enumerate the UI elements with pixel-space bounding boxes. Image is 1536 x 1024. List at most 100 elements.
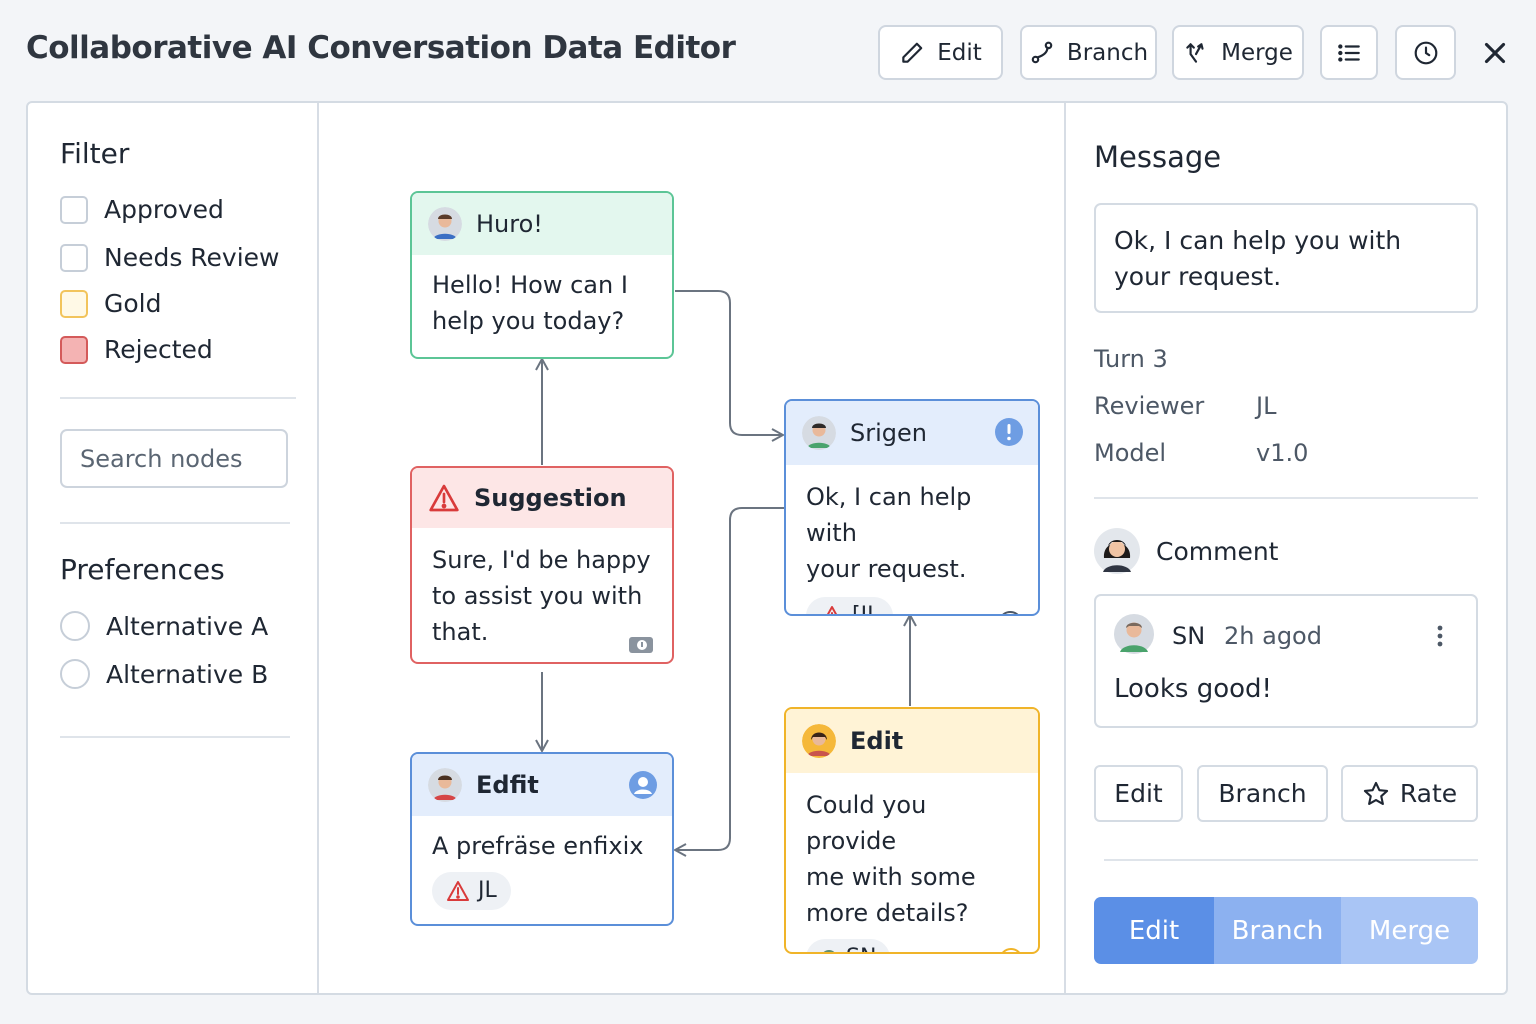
- more-vertical-icon[interactable]: [1432, 624, 1448, 650]
- edit-button[interactable]: Edit: [878, 25, 1003, 80]
- comment-branch-button[interactable]: Branch: [1197, 765, 1328, 822]
- filter-gold[interactable]: Gold: [60, 289, 161, 318]
- segment-label: Branch: [1231, 915, 1324, 946]
- filter-label: Rejected: [104, 335, 213, 364]
- filter-label: Approved: [104, 195, 224, 224]
- node-header: Edfit: [412, 754, 672, 816]
- avatar: [802, 416, 836, 450]
- preference-label: Alternative A: [106, 611, 269, 641]
- node-card-srigen[interactable]: Srigen Ok, I can help with your request.…: [784, 399, 1040, 616]
- node-card-suggestion[interactable]: Suggestion Sure, I'd be happy to assist …: [410, 466, 674, 664]
- filter-needs-review[interactable]: Needs Review: [60, 243, 280, 272]
- filter-label: Needs Review: [104, 243, 280, 272]
- node-text-line: Could you provide: [806, 791, 927, 855]
- edit-button-label: Edit: [937, 39, 982, 66]
- close-icon[interactable]: [1478, 36, 1512, 70]
- node-text-line: to assist you with: [432, 582, 643, 610]
- divider: [1104, 859, 1478, 861]
- sync-icon[interactable]: [998, 947, 1024, 954]
- radio-button[interactable]: [60, 611, 90, 641]
- merge-button-label: Merge: [1221, 39, 1293, 66]
- message-text-line: your request.: [1114, 262, 1282, 291]
- history-button[interactable]: [1395, 25, 1456, 80]
- message-editor[interactable]: Ok, I can help you with your request.: [1094, 203, 1478, 313]
- panel-divider: [1064, 103, 1066, 993]
- node-text-line: your request.: [806, 555, 967, 583]
- preference-alternative-a[interactable]: Alternative A: [60, 611, 268, 641]
- radio-button[interactable]: [60, 659, 90, 689]
- node-title: Huro!: [476, 210, 543, 238]
- segment-edit-button[interactable]: Edit: [1094, 897, 1214, 964]
- segment-merge-button[interactable]: Merge: [1341, 897, 1478, 964]
- search-input[interactable]: [60, 429, 288, 488]
- node-card-huro[interactable]: Huro! Hello! How can I help you today?: [410, 191, 674, 359]
- camera-icon[interactable]: [628, 634, 654, 654]
- node-text-line: help you today?: [432, 307, 625, 335]
- checkbox[interactable]: [60, 289, 88, 318]
- model-value: v1.0: [1256, 439, 1309, 467]
- reviewer-tag[interactable]: SN: [806, 939, 891, 952]
- comment-bubble-icon[interactable]: [996, 609, 1024, 616]
- star-icon: [1363, 781, 1388, 805]
- filter-approved[interactable]: Approved: [60, 195, 224, 224]
- list-view-button[interactable]: [1320, 25, 1378, 80]
- button-label: Edit: [1114, 779, 1163, 808]
- node-text-line: Ok, I can help with: [806, 483, 972, 547]
- reviewer-tag[interactable]: JL: [432, 872, 511, 910]
- alert-icon[interactable]: [994, 417, 1024, 447]
- warning-icon: [447, 881, 469, 901]
- preference-alternative-b[interactable]: Alternative B: [60, 659, 268, 689]
- tag-label: [IL: [852, 603, 880, 616]
- checkbox[interactable]: [60, 195, 88, 224]
- comment-text: Looks good!: [1114, 674, 1272, 704]
- node-text-line: Hello! How can I: [432, 271, 628, 299]
- reviewer-label: Reviewer: [1094, 392, 1205, 420]
- node-header: Huro!: [412, 193, 672, 255]
- tag-label: JL: [478, 878, 497, 903]
- node-header: Suggestion: [412, 468, 672, 528]
- filter-rejected[interactable]: Rejected: [60, 335, 213, 364]
- rate-button[interactable]: Rate: [1341, 765, 1478, 822]
- node-title: Suggestion: [474, 484, 627, 512]
- comment-card: SN 2h agod Looks good!: [1094, 594, 1478, 728]
- model-label: Model: [1094, 439, 1167, 467]
- avatar: [428, 207, 462, 241]
- user-icon[interactable]: [628, 770, 658, 800]
- node-title: Srigen: [850, 419, 927, 447]
- node-header: Srigen: [786, 401, 1038, 465]
- message-text-line: Ok, I can help you with: [1114, 226, 1402, 255]
- comment-author: SN: [1172, 622, 1206, 650]
- button-label: Rate: [1399, 779, 1458, 808]
- comment-edit-button[interactable]: Edit: [1094, 765, 1183, 822]
- reviewer-value: JL: [1256, 392, 1277, 420]
- divider: [1094, 497, 1478, 499]
- sidebar-divider: [317, 103, 319, 993]
- checkbox[interactable]: [60, 335, 88, 364]
- node-card-edit[interactable]: Edit Could you provide me with some more…: [784, 707, 1040, 954]
- reviewer-tag[interactable]: [IL: [806, 597, 894, 616]
- comment-time: 2h agod: [1224, 622, 1322, 650]
- segment-label: Merge: [1368, 915, 1451, 946]
- segment-branch-button[interactable]: Branch: [1214, 897, 1341, 964]
- node-title: Edfit: [476, 771, 539, 799]
- divider: [60, 522, 290, 524]
- clock-icon: [1414, 41, 1437, 64]
- branch-button[interactable]: Branch: [1020, 25, 1157, 80]
- filter-heading: Filter: [60, 137, 130, 170]
- merge-button[interactable]: Merge: [1172, 25, 1304, 80]
- node-header: Edit: [786, 709, 1038, 773]
- status-dot-icon: [823, 950, 835, 952]
- node-card-edfit[interactable]: Edfit A prefräse enfixix JL: [410, 752, 674, 926]
- node-title: Edit: [850, 727, 904, 755]
- node-text-line: me with some: [806, 863, 976, 891]
- checkbox[interactable]: [60, 243, 88, 272]
- preferences-heading: Preferences: [60, 553, 225, 586]
- node-text-line: Sure, I'd be happy: [432, 546, 651, 574]
- divider: [60, 397, 296, 399]
- avatar: [802, 724, 836, 758]
- warning-icon: [826, 606, 838, 614]
- button-label: Branch: [1218, 779, 1307, 808]
- list-icon: [1338, 43, 1360, 62]
- node-text-line: A prefräse enfixix: [432, 832, 644, 860]
- avatar: [1114, 614, 1154, 654]
